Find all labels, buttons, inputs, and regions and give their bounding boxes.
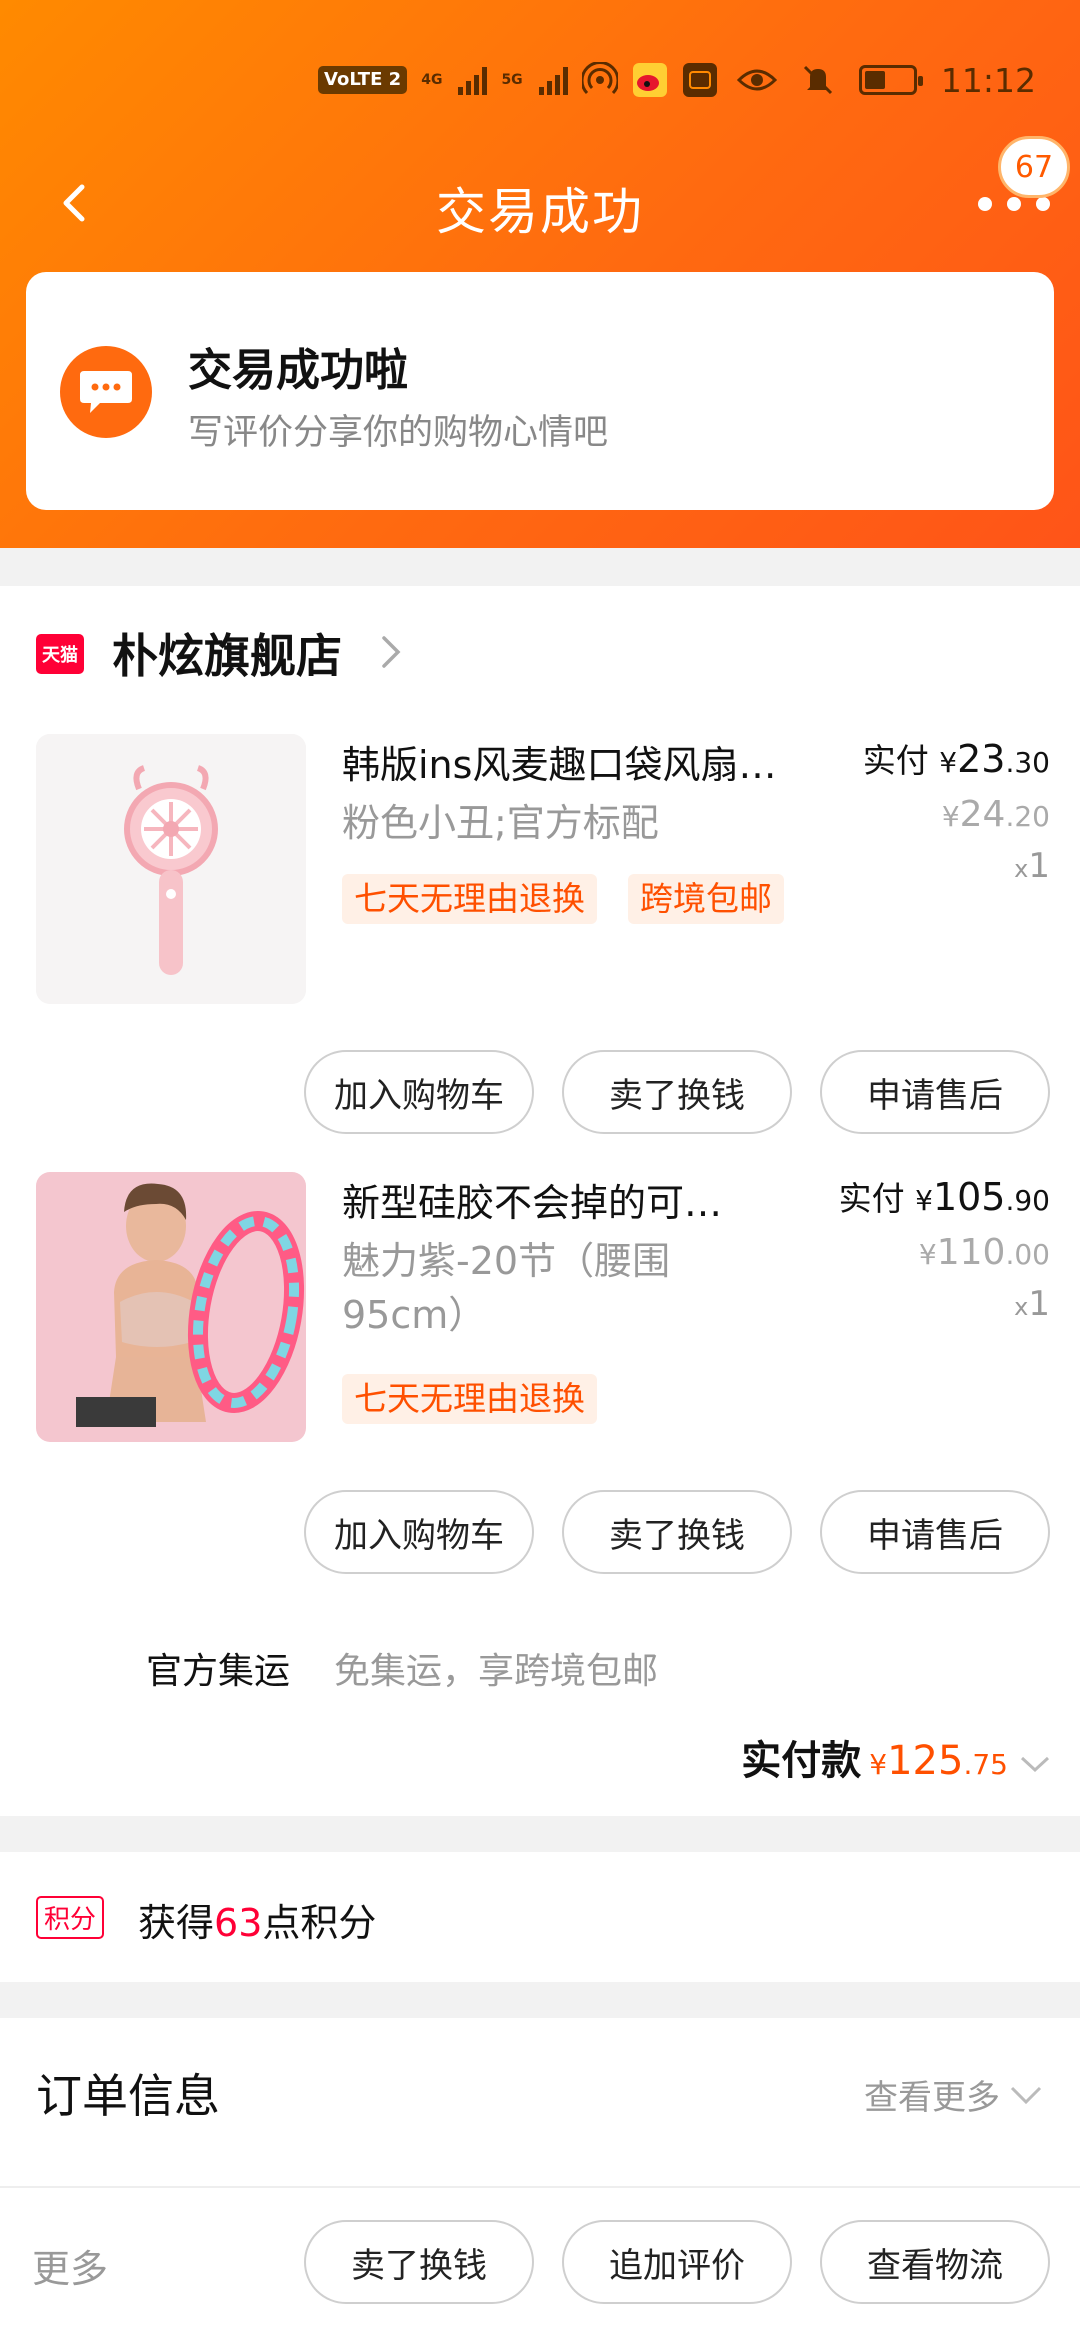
network-5g-label: 5G [501,72,523,88]
network-4g-label: 4G [421,72,443,88]
points-text: 获得63点积分 [138,1901,377,1945]
success-subtitle: 写评价分享你的购物心情吧 [188,413,609,453]
points-tag: 积分 [36,1896,105,1939]
total-label: 实付款 [741,1738,862,1784]
hotspot-icon [581,62,618,95]
resell-button[interactable]: 卖了换钱 [562,1050,792,1134]
status-icons: VoLTE 2 4G 5G [318,56,718,104]
product-image-fan[interactable] [36,734,306,1004]
original-price: ¥110.00 [918,1232,1050,1273]
product-sku: 魅力紫-20节（腰围95cm） [342,1239,671,1337]
tag-seven-day-return: 七天无理由退换 [342,874,597,924]
dot-icon [1036,197,1050,211]
original-price: ¥24.20 [941,794,1050,835]
battery-icon [858,65,923,95]
product-title[interactable]: 韩版ins风麦趣口袋风扇… [342,734,776,789]
view-more-link[interactable]: 查看更多 [864,2070,1044,2119]
message-count-badge: 67 [998,136,1070,198]
signal-icon [458,65,488,95]
success-card[interactable]: 交易成功啦 写评价分享你的购物心情吧 [26,272,1054,510]
dot-icon [1007,197,1021,211]
view-logistics-button[interactable]: 查看物流 [820,2220,1050,2304]
shipping-value: 免集运，享跨境包邮 [334,1651,659,1692]
total-amount: ¥125.75 [869,1738,1008,1784]
after-sales-button[interactable]: 申请售后 [820,1490,1050,1574]
more-actions-link[interactable]: 更多 [32,2238,108,2293]
paid-price: 实付 ¥23.30 [862,737,1050,781]
store-order-card: 天猫 朴炫旗舰店 韩版ins风麦趣口袋风扇… 粉色小丑;官方标配 七天无理由退换 [0,586,1080,1816]
status-right: 11:12 [736,56,1036,104]
product-sku: 粉色小丑;官方标配 [342,801,659,845]
chevron-down-icon [1020,1756,1050,1773]
quantity: x1 [1014,846,1050,886]
chevron-right-icon[interactable] [380,634,402,670]
tmall-logo: 天猫 [36,634,84,674]
chat-bubble-icon [60,346,152,438]
order-info-title: 订单信息 [36,2069,220,2123]
add-to-cart-button[interactable]: 加入购物车 [304,1490,534,1574]
product-title[interactable]: 新型硅胶不会掉的可… [342,1172,722,1227]
app-notification-icon [682,63,717,97]
clock: 11:12 [940,60,1036,100]
after-sales-button[interactable]: 申请售后 [820,1050,1050,1134]
order-total[interactable]: 实付款 ¥125.75 [741,1728,1052,1786]
success-title: 交易成功啦 [188,345,408,396]
shipping-label: 官方集运 [146,1651,291,1692]
bottom-action-bar: 更多 卖了换钱 追加评价 查看物流 [0,2186,1080,2340]
product-image-hula-hoop[interactable] [36,1172,306,1442]
nav-bar: 交易成功 [0,150,1080,260]
dot-icon [978,197,992,211]
resell-button[interactable]: 卖了换钱 [304,2220,534,2304]
mute-icon [803,65,832,95]
quantity: x1 [1014,1284,1050,1324]
tag-seven-day-return: 七天无理由退换 [342,1374,597,1424]
volte-indicator: VoLTE 2 [318,66,408,94]
tag-cross-border-shipping: 跨境包邮 [628,874,784,924]
weibo-icon [632,63,667,97]
resell-button[interactable]: 卖了换钱 [562,1490,792,1574]
add-to-cart-button[interactable]: 加入购物车 [304,1050,534,1134]
product-item[interactable]: 新型硅胶不会掉的可… 魅力紫-20节（腰围95cm） 七天无理由退换 实付 ¥1… [0,1172,1080,1582]
eye-icon [736,69,777,91]
paid-price: 实付 ¥105.90 [838,1175,1050,1219]
store-name[interactable]: 朴炫旗舰店 [112,620,342,686]
add-review-button[interactable]: 追加评价 [562,2220,792,2304]
signal-icon-2 [538,65,568,95]
status-bar: VoLTE 2 4G 5G 11:12 [0,56,1080,104]
order-info-card: 订单信息 查看更多 [0,2018,1080,2186]
page-title: 交易成功 [436,183,644,241]
product-item[interactable]: 韩版ins风麦趣口袋风扇… 粉色小丑;官方标配 七天无理由退换 跨境包邮 实付 … [0,734,1080,1144]
chevron-down-icon [1010,2086,1042,2104]
points-card: 积分 获得63点积分 [0,1852,1080,1982]
